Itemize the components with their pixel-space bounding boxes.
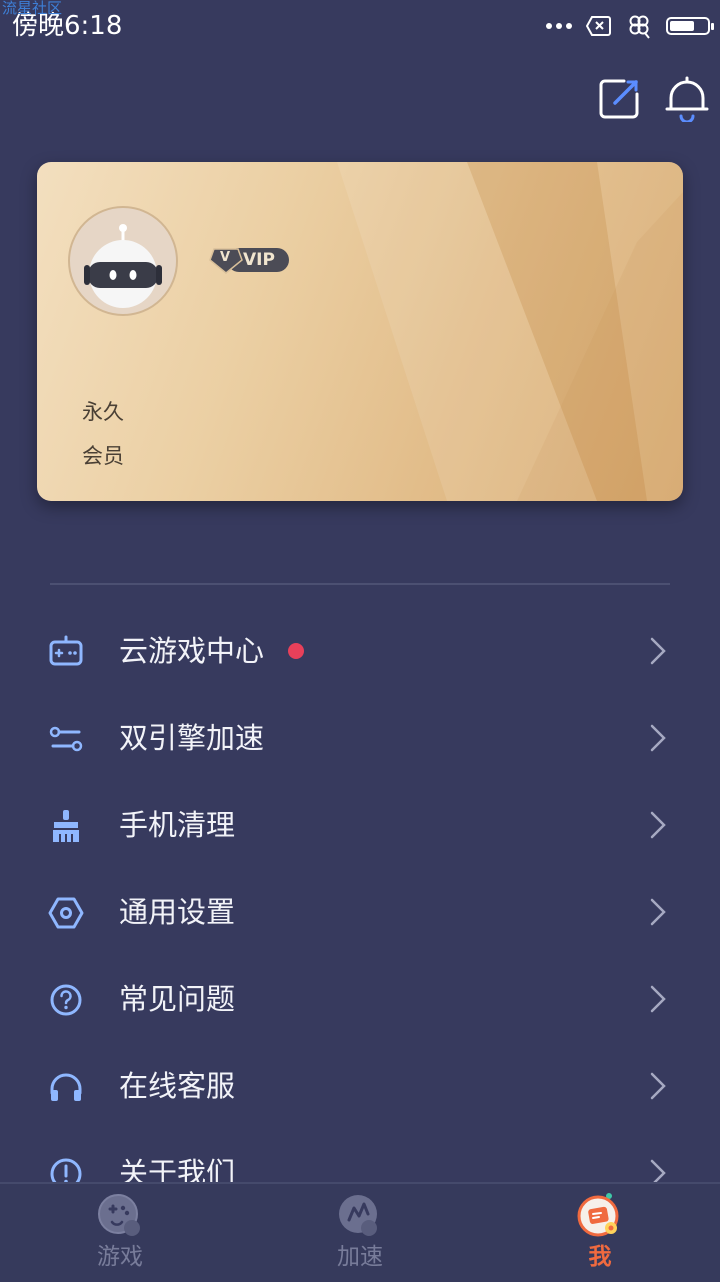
status-icons <box>546 12 714 40</box>
tab-boost[interactable]: 加速 <box>240 1184 480 1282</box>
gamepad-icon <box>49 635 83 666</box>
menu-item-about-us[interactable]: 关于我们 <box>0 1130 720 1182</box>
menu-item-online-support[interactable]: 在线客服 <box>0 1043 720 1130</box>
membership-type: 会员 <box>82 444 124 468</box>
chevron-right-icon <box>650 985 666 1013</box>
section-divider <box>50 583 670 585</box>
edit-icon[interactable] <box>596 76 642 122</box>
membership-term: 永久 <box>82 400 124 424</box>
boost-tab-icon <box>339 1195 377 1236</box>
vip-diamond-glyph: V <box>220 250 231 265</box>
games-tab-icon <box>98 1194 140 1236</box>
avatar[interactable] <box>68 206 178 316</box>
menu-item-cloud-gaming[interactable]: 云游戏中心 <box>0 608 720 695</box>
vip-badge-label: VIP <box>243 250 275 270</box>
tab-label: 加速 <box>337 1244 383 1270</box>
chevron-right-icon <box>650 1072 666 1100</box>
menu-item-phone-cleanup[interactable]: 手机清理 <box>0 782 720 869</box>
menu-label: 关于我们 <box>119 1156 236 1182</box>
no-sim-icon <box>586 16 611 36</box>
tab-label: 游戏 <box>97 1244 143 1270</box>
chevron-right-icon <box>650 637 666 665</box>
more-dots-icon <box>546 23 572 29</box>
menu-label: 通用设置 <box>119 895 236 929</box>
battery-icon <box>666 17 714 35</box>
me-tab-icon <box>577 1193 619 1237</box>
status-bar: 傍晚6:18 <box>0 0 720 52</box>
watermark: 流星社区 <box>2 0 63 17</box>
bell-icon[interactable] <box>664 76 710 122</box>
clover-icon <box>629 15 650 39</box>
header-actions <box>596 76 710 122</box>
chevron-right-icon <box>650 898 666 926</box>
menu-item-dual-engine[interactable]: 双引擎加速 <box>0 695 720 782</box>
headset-icon <box>50 1073 82 1101</box>
menu-label: 在线客服 <box>119 1069 236 1103</box>
tab-games[interactable]: 游戏 <box>0 1184 240 1282</box>
vip-badge: V VIP <box>209 246 289 274</box>
menu-item-general-settings[interactable]: 通用设置 <box>0 869 720 956</box>
dual-engine-icon <box>49 726 83 752</box>
settings-hex-icon <box>48 897 84 929</box>
broom-icon <box>53 810 79 842</box>
robot-avatar-icon <box>84 224 162 308</box>
new-badge-dot <box>288 643 304 659</box>
question-icon <box>50 984 82 1016</box>
menu-label: 云游戏中心 <box>119 634 265 668</box>
settings-menu: 云游戏中心 双引擎加速 手机清理 通用设置 常见问题 在线客服 关于我们 <box>0 608 720 1182</box>
tab-me[interactable]: 我 <box>480 1184 720 1282</box>
chevron-right-icon <box>650 724 666 752</box>
menu-item-faq[interactable]: 常见问题 <box>0 956 720 1043</box>
bottom-tab-bar: 游戏 加速 我 <box>0 1182 720 1282</box>
chevron-right-icon <box>650 811 666 839</box>
menu-label: 双引擎加速 <box>119 721 265 755</box>
menu-label: 常见问题 <box>119 982 236 1016</box>
menu-label: 手机清理 <box>119 808 236 842</box>
chevron-right-icon <box>650 1159 666 1182</box>
vip-member-card[interactable]: V VIP 永久 会员 <box>37 162 683 501</box>
tab-label: 我 <box>588 1244 612 1270</box>
info-icon <box>50 1158 82 1182</box>
